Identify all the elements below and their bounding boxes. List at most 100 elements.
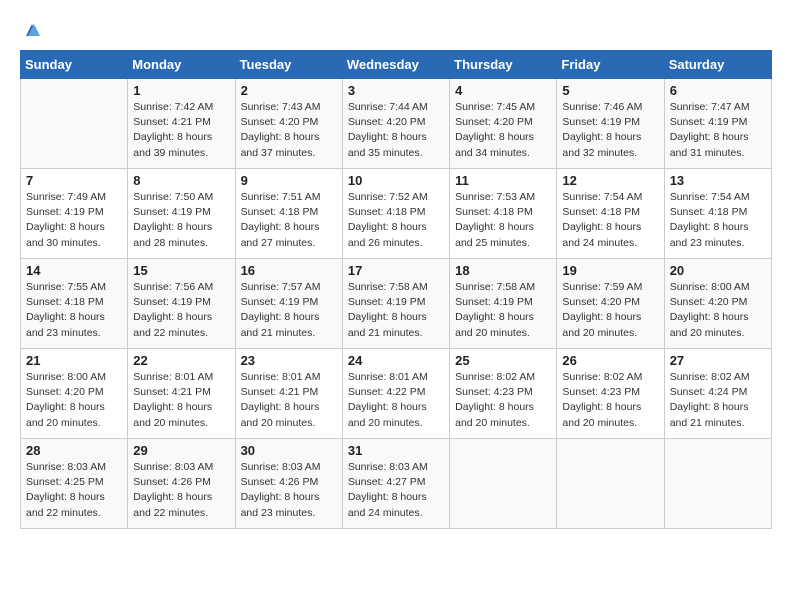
day-number: 1 <box>133 83 229 98</box>
day-number: 14 <box>26 263 122 278</box>
day-info: Sunrise: 7:50 AMSunset: 4:19 PMDaylight:… <box>133 190 229 251</box>
day-cell: 5Sunrise: 7:46 AMSunset: 4:19 PMDaylight… <box>557 79 664 169</box>
header-cell-wednesday: Wednesday <box>342 51 449 79</box>
week-row-4: 21 Sunrise: 8:00 AMSunset: 4:20 PMDayligh… <box>21 349 772 439</box>
header-cell-tuesday: Tuesday <box>235 51 342 79</box>
day-info: Sunrise: 7:49 AMSunset: 4:19 PMDaylight:… <box>26 190 122 251</box>
day-info: Sunrise: 7:54 AMSunset: 4:18 PMDaylight:… <box>562 190 658 251</box>
day-cell: 28 Sunrise: 8:03 AMSunset: 4:25 PMDayligh… <box>21 439 128 529</box>
day-info: Sunrise: 8:02 AMSunset: 4:23 PMDaylight:… <box>562 370 658 431</box>
calendar-table: SundayMondayTuesdayWednesdayThursdayFrid… <box>20 50 772 529</box>
day-info: Sunrise: 7:53 AMSunset: 4:18 PMDaylight:… <box>455 190 551 251</box>
day-number: 17 <box>348 263 444 278</box>
day-cell <box>450 439 557 529</box>
day-info: Sunrise: 7:54 AMSunset: 4:18 PMDaylight:… <box>670 190 766 251</box>
day-cell: 12 Sunrise: 7:54 AMSunset: 4:18 PMDayligh… <box>557 169 664 259</box>
header-row: SundayMondayTuesdayWednesdayThursdayFrid… <box>21 51 772 79</box>
day-number: 7 <box>26 173 122 188</box>
day-number: 5 <box>562 83 658 98</box>
day-info: Sunrise: 8:01 AMSunset: 4:22 PMDaylight:… <box>348 370 444 431</box>
day-info: Sunrise: 8:01 AMSunset: 4:21 PMDaylight:… <box>241 370 337 431</box>
day-info: Sunrise: 7:44 AMSunset: 4:20 PMDaylight:… <box>348 100 444 161</box>
day-number: 20 <box>670 263 766 278</box>
day-info: Sunrise: 7:58 AMSunset: 4:19 PMDaylight:… <box>455 280 551 341</box>
day-info: Sunrise: 7:57 AMSunset: 4:19 PMDaylight:… <box>241 280 337 341</box>
day-cell: 16 Sunrise: 7:57 AMSunset: 4:19 PMDayligh… <box>235 259 342 349</box>
day-number: 28 <box>26 443 122 458</box>
day-number: 21 <box>26 353 122 368</box>
day-number: 22 <box>133 353 229 368</box>
day-info: Sunrise: 8:00 AMSunset: 4:20 PMDaylight:… <box>670 280 766 341</box>
day-number: 11 <box>455 173 551 188</box>
day-number: 16 <box>241 263 337 278</box>
day-cell: 10Sunrise: 7:52 AMSunset: 4:18 PMDayligh… <box>342 169 449 259</box>
calendar-header: SundayMondayTuesdayWednesdayThursdayFrid… <box>21 51 772 79</box>
day-number: 23 <box>241 353 337 368</box>
day-cell: 31 Sunrise: 8:03 AMSunset: 4:27 PMDayligh… <box>342 439 449 529</box>
header-cell-thursday: Thursday <box>450 51 557 79</box>
week-row-1: 1 Sunrise: 7:42 AMSunset: 4:21 PMDaylight… <box>21 79 772 169</box>
day-info: Sunrise: 7:52 AMSunset: 4:18 PMDaylight:… <box>348 190 444 251</box>
day-cell: 9 Sunrise: 7:51 AMSunset: 4:18 PMDaylight… <box>235 169 342 259</box>
day-cell <box>664 439 771 529</box>
day-cell <box>21 79 128 169</box>
day-number: 29 <box>133 443 229 458</box>
day-number: 30 <box>241 443 337 458</box>
day-number: 12 <box>562 173 658 188</box>
day-cell: 29 Sunrise: 8:03 AMSunset: 4:26 PMDayligh… <box>128 439 235 529</box>
day-info: Sunrise: 7:56 AMSunset: 4:19 PMDaylight:… <box>133 280 229 341</box>
page-header <box>20 20 772 40</box>
day-info: Sunrise: 8:02 AMSunset: 4:23 PMDaylight:… <box>455 370 551 431</box>
day-cell: 3 Sunrise: 7:44 AMSunset: 4:20 PMDaylight… <box>342 79 449 169</box>
calendar-body: 1 Sunrise: 7:42 AMSunset: 4:21 PMDaylight… <box>21 79 772 529</box>
day-info: Sunrise: 7:58 AMSunset: 4:19 PMDaylight:… <box>348 280 444 341</box>
day-number: 3 <box>348 83 444 98</box>
day-cell: 2 Sunrise: 7:43 AMSunset: 4:20 PMDaylight… <box>235 79 342 169</box>
day-number: 27 <box>670 353 766 368</box>
day-cell: 13 Sunrise: 7:54 AMSunset: 4:18 PMDayligh… <box>664 169 771 259</box>
day-number: 4 <box>455 83 551 98</box>
day-number: 24 <box>348 353 444 368</box>
day-info: Sunrise: 8:03 AMSunset: 4:25 PMDaylight:… <box>26 460 122 521</box>
day-cell: 7 Sunrise: 7:49 AMSunset: 4:19 PMDaylight… <box>21 169 128 259</box>
day-number: 13 <box>670 173 766 188</box>
day-cell: 20 Sunrise: 8:00 AMSunset: 4:20 PMDayligh… <box>664 259 771 349</box>
day-number: 8 <box>133 173 229 188</box>
day-cell: 17 Sunrise: 7:58 AMSunset: 4:19 PMDayligh… <box>342 259 449 349</box>
day-cell: 23 Sunrise: 8:01 AMSunset: 4:21 PMDayligh… <box>235 349 342 439</box>
day-number: 19 <box>562 263 658 278</box>
day-info: Sunrise: 7:42 AMSunset: 4:21 PMDaylight:… <box>133 100 229 161</box>
day-cell <box>557 439 664 529</box>
day-number: 26 <box>562 353 658 368</box>
header-cell-friday: Friday <box>557 51 664 79</box>
day-info: Sunrise: 8:03 AMSunset: 4:27 PMDaylight:… <box>348 460 444 521</box>
logo-icon <box>22 20 42 40</box>
header-cell-monday: Monday <box>128 51 235 79</box>
day-number: 31 <box>348 443 444 458</box>
day-info: Sunrise: 7:43 AMSunset: 4:20 PMDaylight:… <box>241 100 337 161</box>
day-number: 9 <box>241 173 337 188</box>
week-row-5: 28 Sunrise: 8:03 AMSunset: 4:25 PMDayligh… <box>21 439 772 529</box>
day-info: Sunrise: 8:01 AMSunset: 4:21 PMDaylight:… <box>133 370 229 431</box>
day-info: Sunrise: 7:47 AMSunset: 4:19 PMDaylight:… <box>670 100 766 161</box>
day-info: Sunrise: 8:02 AMSunset: 4:24 PMDaylight:… <box>670 370 766 431</box>
week-row-3: 14 Sunrise: 7:55 AMSunset: 4:18 PMDayligh… <box>21 259 772 349</box>
day-cell: 27 Sunrise: 8:02 AMSunset: 4:24 PMDayligh… <box>664 349 771 439</box>
header-cell-sunday: Sunday <box>21 51 128 79</box>
day-info: Sunrise: 7:51 AMSunset: 4:18 PMDaylight:… <box>241 190 337 251</box>
day-info: Sunrise: 7:59 AMSunset: 4:20 PMDaylight:… <box>562 280 658 341</box>
day-info: Sunrise: 7:55 AMSunset: 4:18 PMDaylight:… <box>26 280 122 341</box>
day-cell: 4Sunrise: 7:45 AMSunset: 4:20 PMDaylight… <box>450 79 557 169</box>
week-row-2: 7 Sunrise: 7:49 AMSunset: 4:19 PMDaylight… <box>21 169 772 259</box>
day-cell: 18Sunrise: 7:58 AMSunset: 4:19 PMDayligh… <box>450 259 557 349</box>
day-info: Sunrise: 8:03 AMSunset: 4:26 PMDaylight:… <box>133 460 229 521</box>
day-info: Sunrise: 8:00 AMSunset: 4:20 PMDaylight:… <box>26 370 122 431</box>
day-cell: 11 Sunrise: 7:53 AMSunset: 4:18 PMDayligh… <box>450 169 557 259</box>
logo <box>20 20 42 40</box>
header-cell-saturday: Saturday <box>664 51 771 79</box>
day-cell: 15Sunrise: 7:56 AMSunset: 4:19 PMDayligh… <box>128 259 235 349</box>
day-number: 2 <box>241 83 337 98</box>
day-cell: 1 Sunrise: 7:42 AMSunset: 4:21 PMDaylight… <box>128 79 235 169</box>
day-cell: 21 Sunrise: 8:00 AMSunset: 4:20 PMDayligh… <box>21 349 128 439</box>
day-cell: 24 Sunrise: 8:01 AMSunset: 4:22 PMDayligh… <box>342 349 449 439</box>
